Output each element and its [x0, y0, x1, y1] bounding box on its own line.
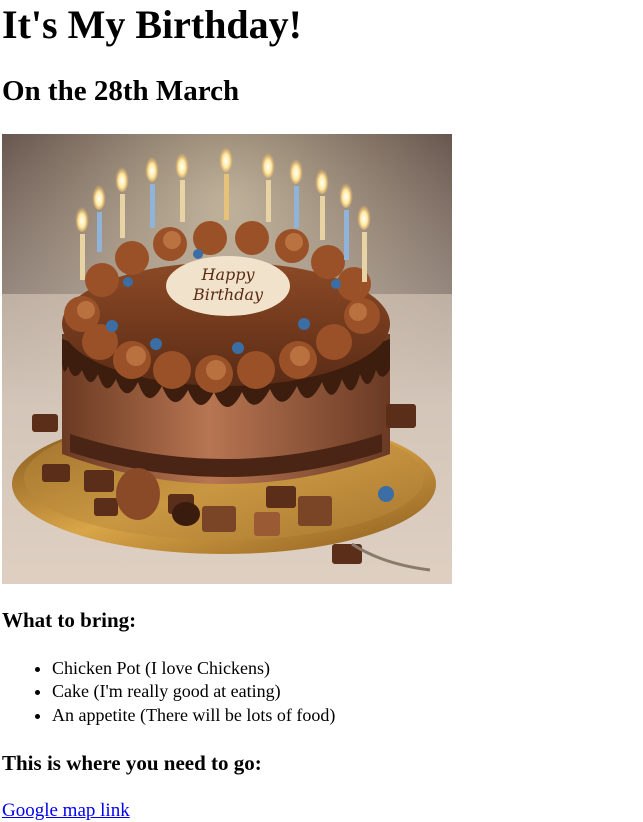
list-item: Cake (I'm really good at eating)	[52, 680, 335, 703]
page: It's My Birthday! On the 28th March Happ…	[0, 0, 643, 822]
page-subtitle: On the 28th March	[2, 75, 240, 107]
cake-text-birthday: Birthday	[192, 285, 264, 304]
what-to-bring-heading: What to bring:	[2, 608, 137, 632]
birthday-cake-image: Happy Birthday	[2, 134, 452, 584]
cake-text-happy: Happy	[200, 265, 255, 284]
list-item: Chicken Pot (I love Chickens)	[52, 657, 335, 680]
list-item: An appetite (There will be lots of food)	[52, 704, 335, 727]
directions-heading: This is where you need to go:	[2, 751, 262, 775]
page-title: It's My Birthday!	[2, 2, 302, 47]
google-map-link[interactable]: Google map link	[2, 799, 130, 822]
bring-list: Chicken Pot (I love Chickens) Cake (I'm …	[0, 657, 335, 727]
